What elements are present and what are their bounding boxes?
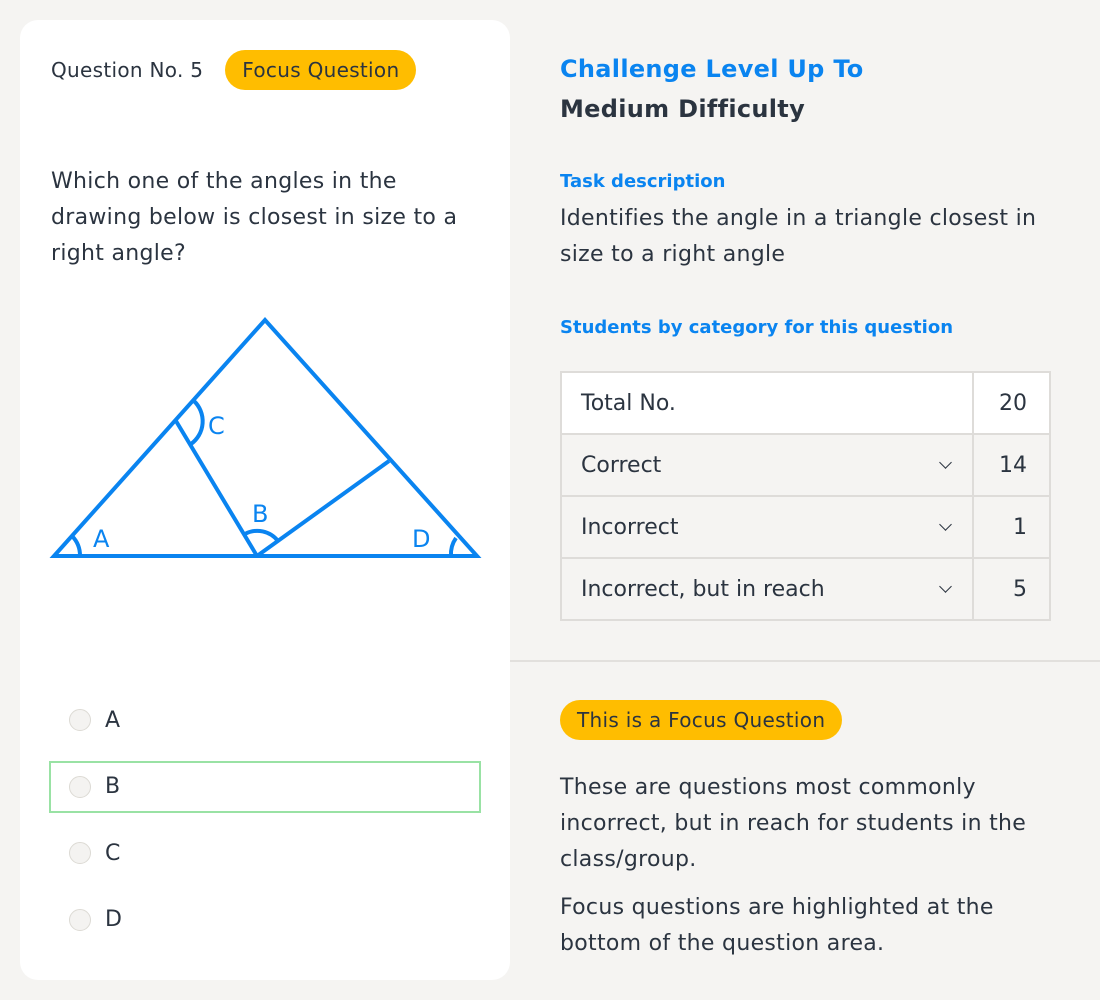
category-label: Incorrect, but in reach xyxy=(581,576,825,602)
task-description-text: Identifies the angle in a triangle close… xyxy=(560,206,1037,267)
radio-button[interactable] xyxy=(69,908,91,931)
diagram-label-a: A xyxy=(93,525,110,553)
angle-arc-b xyxy=(244,528,280,543)
diagram-label-d: D xyxy=(412,525,430,553)
category-value: 1 xyxy=(972,495,1051,559)
category-label: Incorrect xyxy=(581,514,679,540)
answer-option-d[interactable]: D xyxy=(49,894,481,946)
category-cell[interactable]: Correct xyxy=(560,433,974,497)
table-row-total: Total No. 20 xyxy=(560,371,1051,435)
focus-description: These are questions most commonly incorr… xyxy=(560,775,1027,872)
answer-option-a[interactable]: A xyxy=(49,694,481,746)
radio-button[interactable] xyxy=(69,709,91,731)
angle-arc-c xyxy=(189,399,205,446)
answer-options: A B C D xyxy=(49,694,481,960)
angle-arc-d xyxy=(448,536,458,557)
students-category-table: Total No. 20 Correct 14 Incorrect 1 Inco… xyxy=(560,371,1051,621)
section-divider xyxy=(510,660,1100,662)
focus-question-badge: Focus Question xyxy=(225,50,417,90)
total-value: 20 xyxy=(972,371,1051,435)
option-label: C xyxy=(105,840,121,866)
triangle-diagram: A B C D xyxy=(49,317,482,558)
option-label: B xyxy=(105,774,121,799)
category-cell[interactable]: Incorrect xyxy=(560,495,974,559)
answer-option-b-correct[interactable]: B xyxy=(49,760,481,813)
focus-highlight-note: Focus questions are highlighted at the b… xyxy=(560,895,994,956)
task-description-label: Task description xyxy=(560,171,726,192)
table-row-incorrect-in-reach[interactable]: Incorrect, but in reach 5 xyxy=(560,557,1051,621)
category-label: Correct xyxy=(581,452,662,478)
answer-option-c[interactable]: C xyxy=(49,827,481,879)
radio-button[interactable] xyxy=(69,842,91,864)
question-text: Which one of the angles in the drawing b… xyxy=(51,169,458,266)
option-label: A xyxy=(105,707,121,733)
segment-c-to-b xyxy=(174,419,259,558)
challenge-level-title: Challenge Level Up To xyxy=(560,55,864,83)
radio-button[interactable] xyxy=(69,775,91,798)
difficulty-level: Medium Difficulty xyxy=(560,95,806,123)
table-row-incorrect[interactable]: Incorrect 1 xyxy=(560,495,1051,559)
focus-question-info-badge: This is a Focus Question xyxy=(560,700,843,740)
diagram-label-c: C xyxy=(208,412,225,440)
category-value: 14 xyxy=(972,433,1051,497)
diagram-label-b: B xyxy=(252,500,268,528)
chevron-down-icon[interactable] xyxy=(939,518,952,531)
chevron-down-icon[interactable] xyxy=(939,456,952,469)
table-row-correct[interactable]: Correct 14 xyxy=(560,433,1051,497)
question-number: Question No. 5 xyxy=(51,58,204,82)
question-header: Question No. 5 Focus Question xyxy=(51,50,417,90)
category-cell[interactable]: Incorrect, but in reach xyxy=(560,557,974,621)
chevron-down-icon[interactable] xyxy=(939,580,952,593)
total-label: Total No. xyxy=(560,371,974,435)
category-value: 5 xyxy=(972,557,1051,621)
option-label: D xyxy=(105,907,122,932)
students-by-category-label: Students by category for this question xyxy=(560,317,954,338)
angle-arc-a xyxy=(70,534,83,557)
